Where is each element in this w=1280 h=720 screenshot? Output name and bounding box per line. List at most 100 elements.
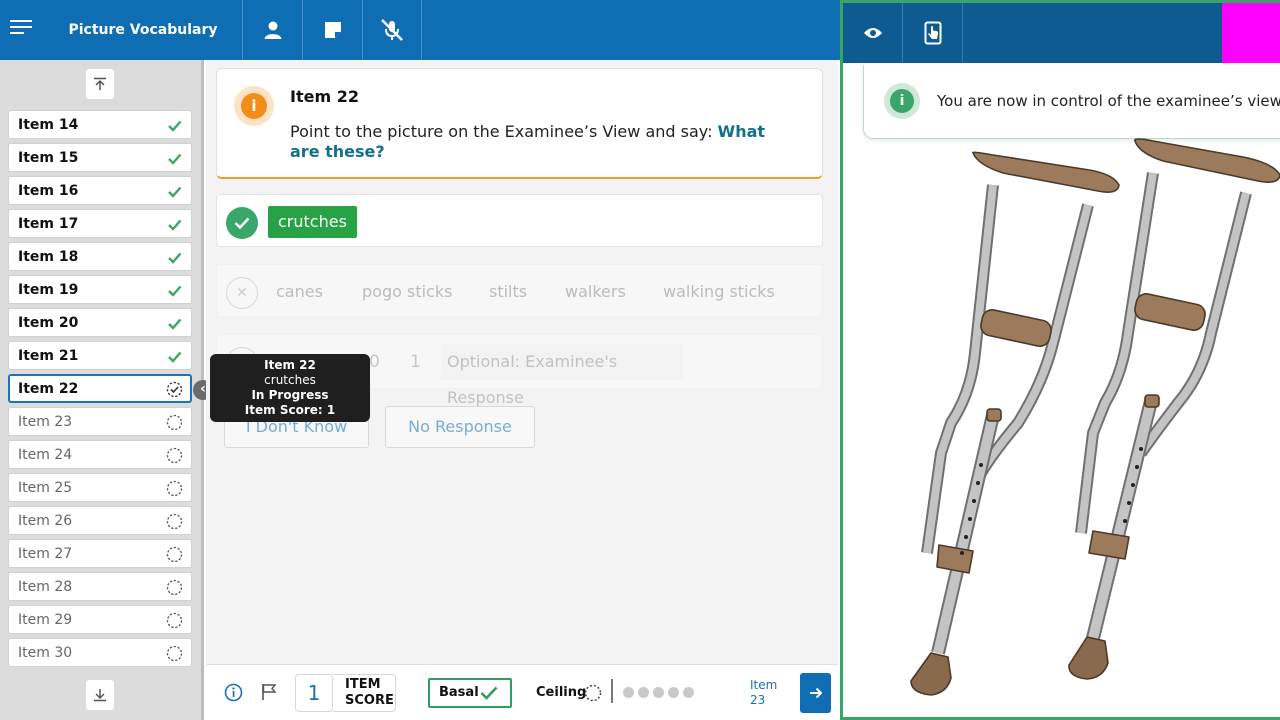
next-item-number: 23 bbox=[750, 693, 766, 707]
sidebar-item-label: Item 29 bbox=[18, 612, 73, 628]
check-icon bbox=[166, 315, 183, 332]
item-score-label-line2: SCORE bbox=[345, 693, 394, 708]
question-title: Item 22 bbox=[290, 87, 359, 106]
ceiling-progress-dot bbox=[638, 687, 649, 698]
info-button[interactable] bbox=[224, 683, 243, 706]
status-indicator bbox=[1222, 3, 1280, 63]
tooltip-title: Item 22 bbox=[264, 358, 316, 372]
item-list: Item 14 Item 15 Item 16 Item 17 Item 18 Item … bbox=[8, 110, 192, 671]
no-response-button[interactable]: No Response bbox=[385, 406, 535, 448]
check-icon bbox=[166, 150, 183, 167]
ceiling-progress-dot bbox=[668, 687, 679, 698]
sidebar-item[interactable]: Item 23 bbox=[8, 407, 192, 436]
item-tooltip: Item 22 crutches In Progress Item Score:… bbox=[210, 354, 370, 422]
sidebar-item[interactable]: Item 25 bbox=[8, 473, 192, 502]
check-icon bbox=[166, 216, 183, 233]
ceiling-progress-dot bbox=[683, 687, 694, 698]
next-item-button[interactable] bbox=[800, 673, 831, 713]
flag-button[interactable] bbox=[261, 683, 277, 705]
pending-icon bbox=[166, 546, 183, 563]
tooltip-answer: crutches bbox=[264, 373, 316, 387]
top-toolbar: Picture Vocabulary bbox=[0, 0, 840, 60]
item-score-label-line1: ITEM bbox=[345, 677, 381, 692]
in-progress-icon bbox=[166, 381, 183, 398]
scroll-top-button[interactable] bbox=[86, 69, 114, 99]
crutches-picture bbox=[910, 138, 1280, 696]
sidebar-item[interactable]: Item 24 bbox=[8, 440, 192, 469]
check-icon bbox=[166, 249, 183, 266]
sidebar-item-label: Item 16 bbox=[18, 183, 79, 199]
sidebar-item[interactable]: Item 14 bbox=[8, 110, 192, 139]
app-title: Picture Vocabulary bbox=[68, 22, 218, 38]
examinee-control-button[interactable] bbox=[903, 3, 963, 63]
sidebar-item[interactable]: Item 29 bbox=[8, 605, 192, 634]
sidebar-item[interactable]: Item 15 bbox=[8, 143, 192, 172]
pending-icon bbox=[166, 513, 183, 530]
ceiling-pending-icon bbox=[584, 684, 602, 706]
ceiling-label: Ceiling bbox=[536, 685, 587, 700]
arrow-down-to-line-icon bbox=[94, 689, 106, 702]
score-one-option[interactable]: 1 bbox=[410, 352, 421, 372]
note-icon bbox=[324, 22, 341, 38]
sidebar-item-label: Item 26 bbox=[18, 513, 73, 529]
pending-icon bbox=[166, 447, 183, 464]
sidebar-item[interactable]: Item 30 bbox=[8, 638, 192, 667]
sidebar-item[interactable]: Item 16 bbox=[8, 176, 192, 205]
incorrect-option[interactable]: walking sticks bbox=[663, 282, 775, 301]
mic-button[interactable] bbox=[362, 0, 422, 60]
next-item-label: Item 23 bbox=[750, 678, 777, 708]
eye-icon bbox=[863, 28, 882, 38]
question-card: i Item 22 Point to the picture on the Ex… bbox=[216, 68, 823, 179]
sidebar-item[interactable]: Item 21 bbox=[8, 341, 192, 370]
correct-answer-chip[interactable]: crutches bbox=[268, 206, 357, 238]
control-notification: i You are now in control of the examinee… bbox=[863, 65, 1280, 139]
pending-icon bbox=[166, 579, 183, 596]
check-icon bbox=[166, 117, 183, 134]
sidebar-item-label: Item 27 bbox=[18, 546, 73, 562]
sidebar-item[interactable]: Item 17 bbox=[8, 209, 192, 238]
sidebar-item[interactable]: Item 19 bbox=[8, 275, 192, 304]
flag-icon bbox=[262, 684, 277, 700]
item-score-label: ITEM SCORE bbox=[345, 677, 394, 709]
sidebar-item[interactable]: Item 26 bbox=[8, 506, 192, 535]
divider bbox=[611, 679, 613, 703]
basal-label: Basal bbox=[439, 685, 479, 700]
pending-icon bbox=[166, 612, 183, 629]
pending-icon bbox=[166, 414, 183, 431]
scroll-bottom-button[interactable] bbox=[86, 680, 114, 710]
menu-icon[interactable] bbox=[10, 20, 32, 40]
check-icon bbox=[166, 348, 183, 365]
incorrect-option[interactable]: walkers bbox=[565, 282, 626, 301]
sidebar-item[interactable]: Item 22 bbox=[8, 374, 192, 403]
incorrect-answers-row: ✕ canes pogo sticks stilts walkers walki… bbox=[216, 264, 823, 317]
sidebar-item[interactable]: Item 18 bbox=[8, 242, 192, 271]
check-icon bbox=[166, 183, 183, 200]
sidebar-item-label: Item 23 bbox=[18, 414, 73, 430]
incorrect-option[interactable]: stilts bbox=[489, 282, 527, 301]
notes-button[interactable] bbox=[302, 0, 362, 60]
sidebar-item-label: Item 17 bbox=[18, 216, 79, 232]
examinee-response-input[interactable]: Optional: Examinee's Response bbox=[441, 344, 683, 407]
examinee-view-panel: i You are now in control of the examinee… bbox=[840, 0, 1280, 720]
incorrect-option[interactable]: pogo sticks bbox=[362, 282, 452, 301]
sidebar-item-label: Item 28 bbox=[18, 579, 73, 595]
examinee-button[interactable] bbox=[242, 0, 302, 60]
sidebar-item[interactable]: Item 27 bbox=[8, 539, 192, 568]
prompt-text: Point to the picture on the Examinee’s V… bbox=[290, 122, 718, 141]
sidebar-item-label: Item 19 bbox=[18, 282, 79, 298]
sidebar-item[interactable]: Item 20 bbox=[8, 308, 192, 337]
question-prompt: Point to the picture on the Examinee’s V… bbox=[290, 122, 800, 162]
incorrect-option[interactable]: canes bbox=[276, 282, 323, 301]
next-item-label-line1: Item bbox=[750, 678, 778, 692]
sidebar-item-label: Item 21 bbox=[18, 348, 79, 364]
view-toggle-button[interactable] bbox=[843, 3, 903, 63]
arrow-right-icon bbox=[809, 687, 822, 699]
sidebar-item-label: Item 25 bbox=[18, 480, 73, 496]
tooltip-status: In Progress bbox=[251, 388, 329, 402]
sidebar-item-label: Item 18 bbox=[18, 249, 79, 265]
x-circle-icon: ✕ bbox=[226, 277, 258, 309]
footer-bar: 1 ITEM SCORE Basal Ceiling Item 23 bbox=[206, 664, 838, 720]
score-zero-option[interactable]: 0 bbox=[369, 352, 380, 372]
pending-icon bbox=[166, 480, 183, 497]
sidebar-item[interactable]: Item 28 bbox=[8, 572, 192, 601]
